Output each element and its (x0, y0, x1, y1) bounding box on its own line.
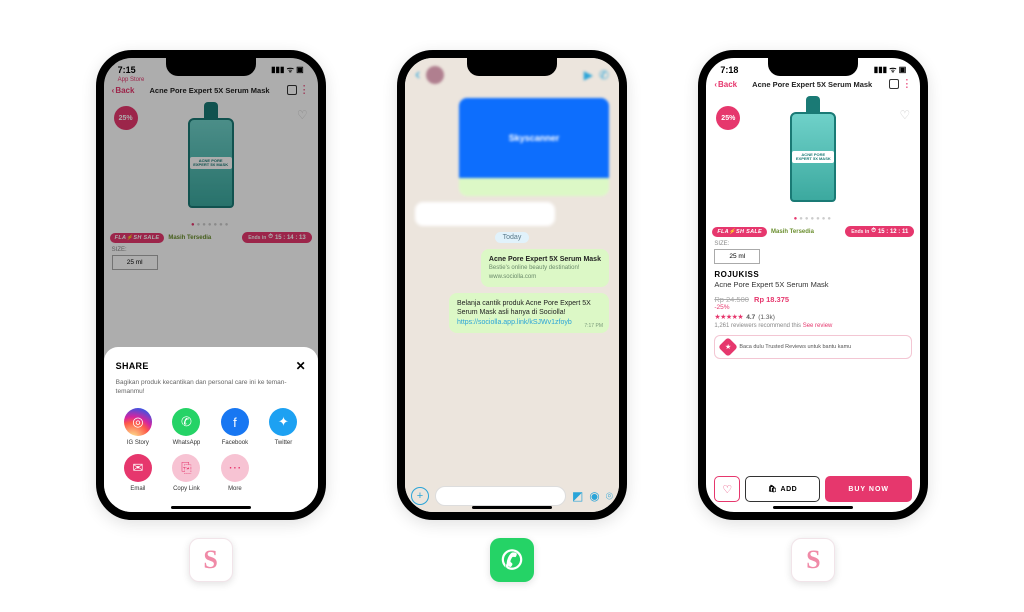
price: Rp 24.500 Rp 18.375 (714, 295, 912, 304)
back-icon[interactable]: ‹ (415, 66, 420, 84)
price-discounted: Rp 18.375 (754, 295, 789, 304)
share-option-copy-link[interactable]: ⎘Copy Link (164, 454, 209, 492)
camera-icon[interactable]: ◉ (589, 489, 599, 503)
stock-status: Masih Tersedia (771, 229, 841, 235)
incoming-message (415, 202, 555, 226)
outgoing-message-text[interactable]: Belanja cantik produk Acne Pore Expert 5… (449, 293, 609, 333)
more-icon[interactable]: ⋮ (901, 79, 912, 89)
call-icon[interactable]: ✆ (599, 68, 609, 82)
video-call-icon[interactable]: ▶ (584, 68, 593, 82)
share-subtitle: Bagikan produk kecantikan dan personal c… (116, 379, 306, 396)
link-preview-card[interactable]: Skyscanner (459, 98, 609, 196)
page-title: Acne Pore Expert 5X Serum Mask (737, 80, 887, 89)
flash-sale-tag: FLA⚡SH SALE (712, 227, 767, 237)
share-option-whatsapp[interactable]: ✆WhatsApp (164, 408, 209, 446)
outgoing-message-preview[interactable]: Acne Pore Expert 5X Serum Mask Bestie's … (481, 249, 609, 287)
attach-icon[interactable]: + (411, 487, 429, 505)
trusted-badge-icon: ★ (718, 337, 738, 357)
copy-link-icon: ⎘ (172, 454, 200, 482)
share-grid: ◎IG Story✆WhatsAppfFacebook✦Twitter ✉Emai… (116, 408, 306, 492)
mic-icon[interactable]: ⌾ (606, 489, 613, 504)
back-button[interactable]: ‹Back (714, 80, 737, 89)
home-indicator (171, 506, 251, 509)
buy-now-button[interactable]: BUY NOW (825, 476, 912, 502)
discount-badge: 25% (716, 106, 740, 130)
chat-background: ‹ ▶ ✆ Skyscanner Today Acne Pore Expert … (405, 58, 619, 512)
email-icon: ✉ (124, 454, 152, 482)
share-option-facebook[interactable]: fFacebook (213, 408, 258, 446)
more-icon: ⋯ (221, 454, 249, 482)
price-original: Rp 24.500 (714, 295, 749, 304)
status-time: 7:18 (720, 65, 738, 75)
date-pill: Today (495, 232, 530, 243)
twitter-icon: ✦ (269, 408, 297, 436)
wishlist-button[interactable]: ♡ (714, 476, 740, 502)
close-icon[interactable]: ✕ (296, 359, 306, 373)
ig-story-icon: ◎ (124, 408, 152, 436)
sticker-icon[interactable]: ◩ (572, 489, 583, 503)
status-signal-icon: ▮▮▮ ᯤ ▣ (874, 64, 907, 75)
notch (768, 58, 858, 76)
share-option-twitter[interactable]: ✦Twitter (261, 408, 306, 446)
recommend-line: 1,261 reviewers recommend this See revie… (714, 323, 912, 329)
share-title: SHARE (116, 361, 149, 371)
avatar[interactable] (426, 66, 444, 84)
notch (467, 58, 557, 76)
message-input[interactable] (435, 486, 566, 506)
message-time: 7:17 PM (584, 323, 603, 330)
see-review-link[interactable]: See review (803, 323, 833, 329)
share-option-email[interactable]: ✉Email (116, 454, 161, 492)
flash-sale-bar: FLA⚡SH SALE Masih Tersedia Ends in ⏱ 15 … (712, 226, 914, 237)
notch (166, 58, 256, 76)
facebook-icon: f (221, 408, 249, 436)
countdown-timer: Ends in ⏱ 15 : 12 : 11 (845, 226, 914, 237)
sociolla-badge: S (189, 538, 233, 582)
add-to-bag-button[interactable]: 🛍 ADD (745, 476, 820, 502)
trusted-reviews-banner[interactable]: ★ Baca dulu Trusted Reviews untuk bantu … (714, 335, 912, 359)
navbar: ‹Back Acne Pore Expert 5X Serum Mask ⋮ (706, 77, 920, 93)
discount-percent: -25% (714, 304, 912, 311)
share-option-ig-story[interactable]: ◎IG Story (116, 408, 161, 446)
product-name: Acne Pore Expert 5X Serum Mask (714, 280, 912, 289)
stars-icon: ★★★★★ (714, 313, 743, 321)
home-indicator (773, 506, 853, 509)
phone-detail: 7:18 ▮▮▮ ᯤ ▣ ‹Back Acne Pore Expert 5X S… (698, 50, 928, 520)
phone-share: 7:15 ▮▮▮ ᯤ ▣ App Store ‹Back Acne Pore E… (96, 50, 326, 520)
home-indicator (472, 506, 552, 509)
whatsapp-icon: ✆ (172, 408, 200, 436)
phone-whatsapp: ‹ ▶ ✆ Skyscanner Today Acne Pore Expert … (397, 50, 627, 520)
bag-icon[interactable] (889, 79, 899, 89)
brand-name[interactable]: ROJUKISS (714, 270, 912, 279)
wishlist-icon[interactable]: ♡ (900, 108, 911, 122)
share-option-more[interactable]: ⋯More (213, 454, 258, 492)
product-image: ACNE PORE EXPERT 5X MASK (768, 99, 858, 214)
carousel-dots[interactable]: ●●●●●●● (706, 216, 920, 222)
size-option[interactable]: 25 ml (714, 249, 760, 264)
chat-input-bar: + ◩ ◉ ⌾ (411, 486, 613, 506)
whatsapp-badge: ✆ (490, 538, 534, 582)
shared-link[interactable]: https://sociolla.app.link/kSJWv1zfoyb (457, 319, 572, 326)
rating[interactable]: ★★★★★ 4.7 (1.3k) (714, 313, 912, 321)
size-label: SIZE: (714, 241, 912, 247)
share-sheet: SHARE ✕ Bagikan produk kecantikan dan pe… (104, 347, 318, 512)
sociolla-badge: S (791, 538, 835, 582)
cta-bar: ♡ 🛍 ADD BUY NOW (714, 476, 912, 502)
